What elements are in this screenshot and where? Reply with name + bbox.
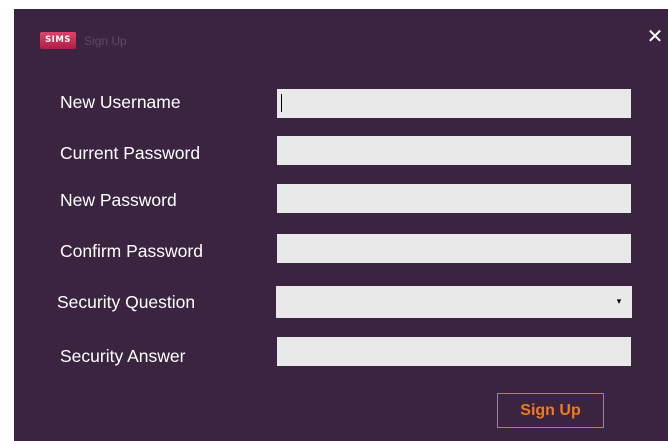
security-question-dropdown[interactable]: ▾ [276,286,632,318]
close-icon[interactable]: ✕ [645,26,665,46]
sims-logo: SIMS [40,32,76,49]
chevron-down-icon[interactable]: ▾ [606,286,632,318]
window-title: Sign Up [84,34,127,48]
current-password-field[interactable] [277,136,631,165]
security-answer-field[interactable] [277,337,631,366]
new-password-field[interactable] [277,184,631,213]
new-username-field[interactable] [277,89,631,118]
new-username-label: New Username [60,92,181,112]
confirm-password-label: Confirm Password [60,241,203,261]
current-password-label: Current Password [60,143,201,163]
security-question-label: Security Question [57,292,196,312]
text-caret [281,94,282,112]
confirm-password-field[interactable] [277,234,631,263]
new-password-label: New Password [60,190,177,210]
title-bar[interactable]: SIMS Sign Up ✕ [14,9,668,65]
signup-window: SIMS Sign Up ✕ New Username Current Pass… [14,9,668,441]
security-answer-label: Security Answer [60,346,186,366]
sign-up-button[interactable]: Sign Up [497,393,604,428]
